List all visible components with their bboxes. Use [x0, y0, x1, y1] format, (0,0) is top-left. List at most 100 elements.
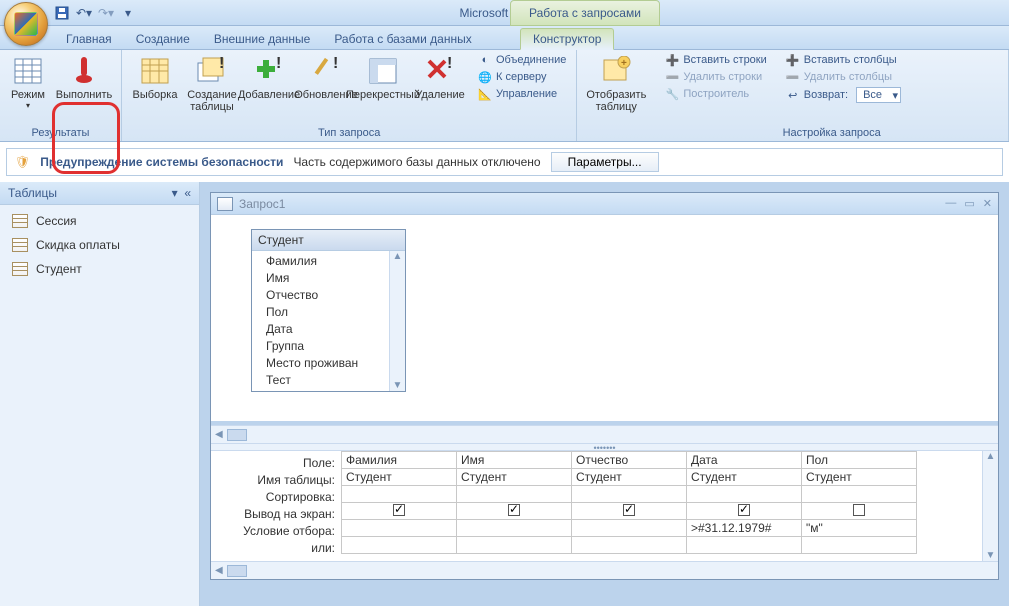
grid-row-labels: Поле: Имя таблицы: Сортировка: Вывод на … — [211, 451, 341, 561]
run-icon — [68, 55, 100, 87]
qat-dropdown-icon[interactable]: ▾ — [120, 5, 136, 21]
tab-designer[interactable]: Конструктор — [520, 28, 614, 50]
query-diagram-pane[interactable]: Студент Фамилия Имя Отчество Пол Дата Гр… — [211, 215, 998, 425]
mode-button[interactable]: Режим▾ — [6, 52, 50, 113]
table-icon — [12, 262, 28, 276]
grid-row-sort — [342, 486, 917, 503]
field-item[interactable]: Имя — [266, 270, 405, 287]
tab-home[interactable]: Главная — [54, 29, 124, 49]
passthrough-button[interactable]: 🌐К серверу — [474, 69, 570, 85]
grid-cell[interactable]: Студент — [572, 469, 687, 486]
return-combo[interactable]: Все▾ — [856, 87, 901, 103]
grid-vscrollbar[interactable]: ▲▼ — [982, 451, 998, 561]
grid-cell[interactable] — [572, 537, 687, 554]
grid-cell[interactable] — [572, 520, 687, 537]
delete-rows-button[interactable]: ➖Удалить строки — [661, 69, 770, 85]
grid-cell[interactable]: Отчество — [572, 452, 687, 469]
delete-cols-icon: ➖ — [786, 70, 800, 84]
design-grid[interactable]: Фамилия Имя Отчество Дата Пол Студент Ст… — [341, 451, 917, 554]
grid-cell[interactable] — [342, 486, 457, 503]
grid-cell[interactable]: Пол — [802, 452, 917, 469]
grid-cell-show[interactable] — [687, 503, 802, 520]
grid-cell-show[interactable] — [457, 503, 572, 520]
select-query-button[interactable]: Выборка — [128, 52, 182, 104]
tab-external[interactable]: Внешние данные — [202, 29, 323, 49]
field-item[interactable]: Пол — [266, 304, 405, 321]
query-window-titlebar[interactable]: Запрос1 — ▭ ✕ — [211, 193, 998, 215]
delete-query-button[interactable]: ! Удаление — [413, 52, 467, 104]
grid-cell-show[interactable] — [572, 503, 687, 520]
grid-cell[interactable] — [572, 486, 687, 503]
grid-cell[interactable] — [802, 486, 917, 503]
security-options-button[interactable]: Параметры... — [551, 152, 659, 172]
source-table-box[interactable]: Студент Фамилия Имя Отчество Пол Дата Гр… — [251, 229, 406, 392]
minimize-icon[interactable]: — — [945, 197, 956, 210]
field-item[interactable]: Дата — [266, 321, 405, 338]
lower-hscroll[interactable]: ◀ — [211, 561, 998, 579]
grid-cell[interactable] — [687, 537, 802, 554]
tab-dbtools[interactable]: Работа с базами данных — [322, 29, 483, 49]
nav-header[interactable]: Таблицы ▾ « — [0, 182, 199, 205]
pane-splitter[interactable]: ••••••• — [211, 443, 998, 451]
grid-cell-show[interactable] — [802, 503, 917, 520]
grid-cell[interactable] — [457, 486, 572, 503]
select-label: Выборка — [133, 89, 178, 101]
undo-icon[interactable]: ↶▾ — [76, 5, 92, 21]
union-button[interactable]: ◐Объединение — [474, 52, 570, 68]
show-table-button[interactable]: + Отобразить таблицу — [583, 52, 649, 116]
chevron-down-icon[interactable]: ▾ « — [172, 186, 191, 200]
upper-hscroll[interactable]: ◀ — [211, 425, 998, 443]
append-button[interactable]: ! Добавление — [242, 52, 296, 104]
grid-cell[interactable] — [457, 537, 572, 554]
grid-cell[interactable] — [342, 520, 457, 537]
field-list-scrollbar[interactable]: ▲▼ — [389, 251, 405, 391]
datadef-button[interactable]: 📐Управление — [474, 86, 570, 102]
checkbox-icon — [393, 504, 405, 516]
checkbox-icon — [738, 504, 750, 516]
builder-button[interactable]: 🔧Построитель — [661, 86, 770, 102]
source-table-name: Студент — [252, 230, 405, 251]
delete-cols-button[interactable]: ➖Удалить столбцы — [782, 69, 905, 85]
field-item[interactable]: Группа — [266, 338, 405, 355]
redo-icon[interactable]: ↷▾ — [98, 5, 114, 21]
grid-cell[interactable]: Студент — [457, 469, 572, 486]
group-setup-label: Настройка запроса — [661, 127, 1002, 141]
make-table-button[interactable]: ! Создание таблицы — [185, 52, 239, 116]
crosstab-button[interactable]: Перекрестный — [356, 52, 410, 104]
grid-cell[interactable]: Студент — [802, 469, 917, 486]
grid-row-show — [342, 503, 917, 520]
tab-create[interactable]: Создание — [124, 29, 202, 49]
nav-item-table[interactable]: Сессия — [0, 209, 199, 233]
field-item[interactable]: Место проживан — [266, 355, 405, 372]
source-field-list[interactable]: Фамилия Имя Отчество Пол Дата Группа Мес… — [252, 251, 405, 391]
grid-cell[interactable]: Фамилия — [342, 452, 457, 469]
close-icon[interactable]: ✕ — [983, 197, 992, 210]
grid-cell[interactable] — [802, 537, 917, 554]
office-button[interactable] — [4, 2, 48, 46]
update-icon: ! — [310, 55, 342, 87]
insert-rows-button[interactable]: ➕Вставить строки — [661, 52, 770, 68]
grid-cell[interactable]: Студент — [687, 469, 802, 486]
field-item[interactable]: Фамилия — [266, 253, 405, 270]
save-icon[interactable] — [54, 5, 70, 21]
nav-item-table[interactable]: Скидка оплаты — [0, 233, 199, 257]
run-button[interactable]: Выполнить — [53, 52, 115, 104]
grid-cell[interactable]: Студент — [342, 469, 457, 486]
field-item[interactable]: Тест — [266, 372, 405, 389]
grid-cell[interactable]: "м" — [802, 520, 917, 537]
nav-item-table[interactable]: Студент — [0, 257, 199, 281]
grid-cell[interactable] — [687, 486, 802, 503]
grid-cell[interactable]: Имя — [457, 452, 572, 469]
insert-cols-button[interactable]: ➕Вставить столбцы — [782, 52, 905, 68]
context-tab-group: Работа с запросами — [510, 0, 660, 26]
update-button[interactable]: ! Обновление — [299, 52, 353, 104]
field-item[interactable]: Отчество — [266, 287, 405, 304]
grid-cell[interactable] — [342, 537, 457, 554]
group-results: Режим▾ Выполнить Результаты — [0, 50, 122, 141]
grid-cell-show[interactable] — [342, 503, 457, 520]
grid-cell[interactable]: >#31.12.1979# — [687, 520, 802, 537]
ribbon: Режим▾ Выполнить Результаты Выборка ! Со… — [0, 50, 1009, 142]
grid-cell[interactable] — [457, 520, 572, 537]
maximize-icon[interactable]: ▭ — [964, 197, 974, 210]
grid-cell[interactable]: Дата — [687, 452, 802, 469]
